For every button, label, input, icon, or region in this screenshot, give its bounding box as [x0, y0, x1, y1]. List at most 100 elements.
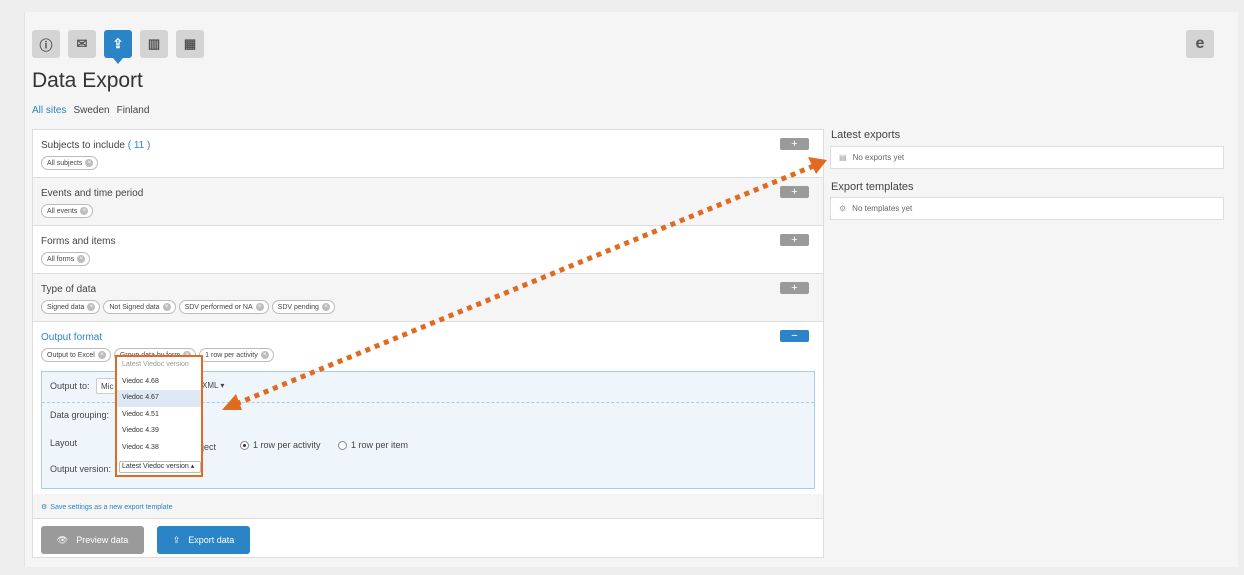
output-to-suffix[interactable]: XML ▾ — [202, 381, 224, 390]
chip: SDV performed or NA × — [178, 300, 269, 314]
site-all-link[interactable]: All sites — [32, 105, 66, 116]
layout-radio-activity[interactable]: 1 row per activity — [240, 440, 321, 452]
radio-label: 1 row per item — [351, 440, 409, 450]
output-to-label: Output to: — [50, 381, 90, 391]
subjects-title: Subjects to include ( 11 ) — [41, 140, 815, 151]
preview-label: Preview data — [76, 535, 129, 545]
chip-label: SDV performed or NA — [184, 303, 253, 311]
preview-data-button[interactable]: 👁 Preview data — [41, 526, 144, 554]
chip: Not Signed data × — [103, 300, 176, 314]
dropdown-header: Latest Viedoc version — [122, 361, 189, 368]
dropdown-option[interactable]: Viedoc 4.51 — [117, 407, 201, 424]
grouping-label: Data grouping: — [50, 410, 110, 420]
site-sweden-link[interactable]: Sweden — [73, 105, 109, 116]
subjects-count: ( 11 ) — [127, 140, 151, 151]
remove-chip-icon[interactable]: × — [87, 303, 96, 311]
chip-label: All subjects — [47, 159, 83, 167]
remove-chip-icon[interactable]: × — [77, 255, 86, 263]
export-templates-box: ⚙ No templates yet — [830, 197, 1224, 220]
remove-chip-icon[interactable]: × — [260, 351, 269, 359]
chip-list: Signed data × Not Signed data × SDV perfor… — [41, 300, 815, 314]
subjects-section: Subjects to include ( 11 ) + All subject… — [33, 130, 823, 178]
output-to-suffix-label: XML — [202, 381, 219, 390]
version-dropdown[interactable]: Latest Viedoc version Viedoc 4.68 Viedoc… — [115, 355, 203, 477]
output-title: Output format — [41, 332, 103, 343]
gear-icon: ⚙ — [839, 204, 847, 213]
remove-chip-icon[interactable]: × — [80, 207, 89, 215]
module-tabbar: ⓘ ✉ ⇪ ▥ ▦ — [32, 30, 204, 64]
add-forms-button[interactable]: + — [780, 234, 809, 246]
layout-label: Layout — [50, 438, 78, 448]
page-title: Data Export — [32, 69, 143, 92]
chip-label: All forms — [47, 255, 75, 263]
chip: All events × — [41, 204, 94, 218]
add-subjects-button[interactable]: + — [780, 138, 809, 150]
datatype-title: Type of data — [41, 284, 97, 295]
events-section: Events and time period + All events × — [33, 178, 823, 226]
radio-unselected-icon — [338, 440, 347, 450]
dropdown-option[interactable]: Viedoc 4.39 — [117, 423, 201, 440]
remove-chip-icon[interactable]: × — [321, 303, 330, 311]
radio-label: 1 row per activity — [253, 440, 321, 450]
save-template-label: Save settings as a new export template — [50, 504, 173, 511]
save-template-link[interactable]: ⚙ Save settings as a new export template — [33, 494, 823, 519]
chip-list: All events × — [41, 204, 815, 218]
add-events-button[interactable]: + — [780, 186, 809, 198]
export-icon[interactable]: ⇪ — [104, 30, 132, 64]
gear-icon: ⚙ — [41, 504, 48, 511]
remove-chip-icon[interactable]: × — [97, 351, 106, 359]
export-panel: Subjects to include ( 11 ) + All subject… — [32, 129, 824, 558]
chip-label: SDV pending — [277, 303, 319, 311]
latest-exports-title: Latest exports — [831, 129, 901, 141]
site-filter: All sites Sweden Finland — [32, 105, 149, 116]
version-select-value: Latest Viedoc version — [122, 463, 189, 470]
collapse-output-button[interactable]: − — [780, 330, 809, 342]
dropdown-option[interactable]: Viedoc 4.38 — [117, 440, 201, 457]
chip-label: All events — [47, 207, 78, 215]
chip-label: Signed data — [47, 303, 85, 311]
export-file-icon: ⇪ — [172, 534, 181, 545]
remove-chip-icon[interactable]: × — [162, 303, 171, 311]
forms-title: Forms and items — [41, 236, 116, 247]
chip: SDV pending × — [271, 300, 335, 314]
eye-icon: 👁 — [56, 534, 69, 545]
output-to-select[interactable]: Mic — [96, 378, 116, 394]
events-title: Events and time period — [41, 188, 144, 199]
chip-label: Not Signed data — [109, 303, 160, 311]
chip-label: 1 row per activity — [205, 351, 258, 359]
chip: All subjects × — [41, 156, 99, 170]
ie-browser-icon[interactable]: e — [1186, 30, 1214, 58]
calendar-icon[interactable]: ▦ — [176, 30, 204, 58]
latest-exports-box: ▤ No exports yet — [830, 146, 1224, 169]
chip: Signed data × — [41, 300, 101, 314]
export-label: Export data — [188, 535, 235, 545]
latest-exports-empty: No exports yet — [852, 153, 905, 162]
radio-selected-icon — [240, 440, 249, 450]
export-data-button[interactable]: ⇪ Export data — [157, 526, 250, 554]
layout-partial-option[interactable]: ject — [202, 442, 216, 452]
chip: All forms × — [41, 252, 91, 266]
chip-list: All forms × — [41, 252, 815, 266]
chart-icon[interactable]: ▥ — [140, 30, 168, 58]
add-datatype-button[interactable]: + — [780, 282, 809, 294]
version-select[interactable]: Latest Viedoc version ▴ — [119, 461, 201, 473]
subjects-label: Subjects to include — [41, 140, 125, 151]
export-templates-title: Export templates — [831, 181, 914, 193]
info-icon[interactable]: ⓘ — [32, 30, 60, 58]
dropdown-option-selected[interactable]: Viedoc 4.67 — [117, 390, 201, 407]
remove-chip-icon[interactable]: × — [85, 159, 94, 167]
chevron-up-icon: ▴ — [190, 463, 195, 470]
dropdown-option[interactable]: Viedoc 4.68 — [117, 374, 201, 391]
forms-section: Forms and items + All forms × — [33, 226, 823, 274]
chip: Output to Excel × — [41, 348, 111, 362]
chip-list: All subjects × — [41, 156, 815, 170]
remove-chip-icon[interactable]: × — [255, 303, 264, 311]
layout-radio-item[interactable]: 1 row per item — [338, 440, 408, 452]
datatype-section: Type of data + Signed data × Not Signed d… — [33, 274, 823, 322]
mail-icon[interactable]: ✉ — [68, 30, 96, 58]
document-icon: ▤ — [839, 153, 847, 162]
chip-label: Output to Excel — [47, 351, 95, 359]
templates-empty: No templates yet — [852, 204, 913, 213]
version-label: Output version: — [50, 464, 112, 474]
site-finland-link[interactable]: Finland — [117, 105, 150, 116]
